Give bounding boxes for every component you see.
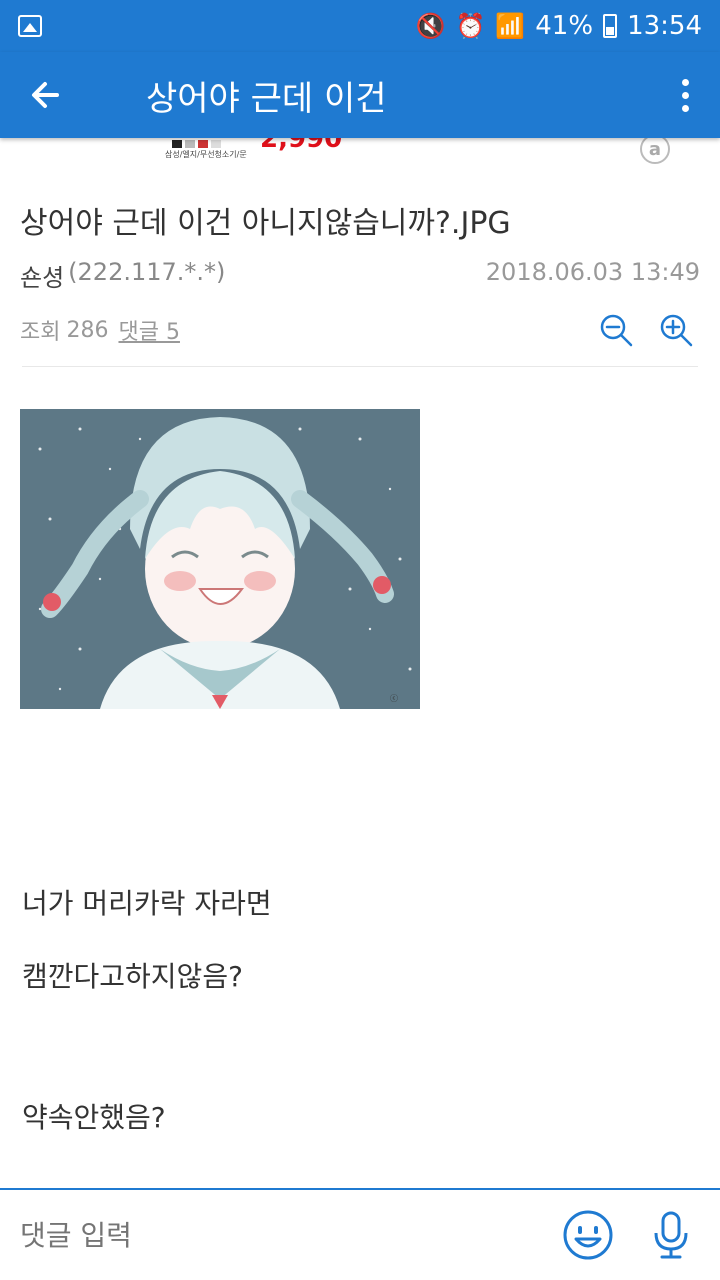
battery-percent: 41% [535, 11, 594, 41]
app-bar: 상어야 근데 이건 [0, 52, 720, 138]
more-vertical-dot [681, 104, 689, 112]
post-body-line: 캠깐다고하지않음? [22, 960, 243, 993]
post-title: 상어야 근데 이건 아니지않습니까?.JPG [20, 206, 511, 241]
views-label: 조회 [20, 320, 61, 345]
anime-girl-image: ⓒ [20, 409, 420, 709]
header-divider [22, 366, 698, 367]
wifi-icon: 📶 [495, 12, 526, 40]
ad-price: 2,990 [260, 138, 343, 154]
page-title: 상어야 근데 이건 [146, 78, 387, 119]
zoom-in-button[interactable] [658, 312, 694, 348]
back-button[interactable] [0, 52, 90, 138]
emoji-icon [563, 1210, 613, 1260]
more-menu-button[interactable] [650, 52, 720, 138]
clock: 13:54 [627, 11, 702, 41]
mute-icon: 🔇 [415, 12, 446, 40]
gallery-notification-icon [18, 15, 42, 37]
comments-link[interactable]: 댓글 5 [118, 314, 179, 346]
zoom-in-icon [660, 314, 693, 347]
battery-icon [603, 14, 618, 38]
more-vertical-icon [681, 78, 689, 86]
ad-banner[interactable]: 삼성/엘지/무선청소기/문 2,990 a [0, 138, 720, 168]
zoom-out-button[interactable] [598, 312, 634, 348]
author-row: 숀셩 (222.117.*.*) 2018.06.03 13:49 [20, 258, 700, 293]
post-date: 2018.06.03 13:49 [485, 258, 700, 286]
author-name[interactable]: 숀셩 [20, 258, 64, 293]
emoji-button[interactable] [562, 1209, 614, 1261]
arrow-left-icon [32, 82, 59, 108]
mic-button[interactable] [648, 1209, 694, 1261]
zoom-out-icon [600, 314, 633, 347]
more-vertical-dot [681, 91, 689, 99]
views-count: 286 [66, 317, 109, 343]
post-body-line: 약속안했음? [22, 1101, 166, 1134]
mic-icon [654, 1211, 688, 1259]
svg-text:ⓒ: ⓒ [390, 694, 398, 703]
author-ip: (222.117.*.*) [68, 258, 226, 286]
ad-logo-icon: a [640, 138, 670, 164]
post-image[interactable]: ⓒ [20, 409, 420, 709]
status-bar: 🔇 ⏰ 📶 41% 13:54 [0, 0, 720, 52]
ad-thumbnail: 삼성/엘지/무선청소기/문 [164, 138, 248, 162]
post-body-line: 너가 머리카락 자라면 [22, 887, 272, 920]
alarm-icon: ⏰ [455, 12, 486, 40]
ad-caption: 삼성/엘지/무선청소기/문 [164, 149, 248, 160]
comment-input[interactable] [20, 1218, 540, 1252]
stats-row: 조회 286 댓글 5 [20, 310, 700, 350]
comment-bar [0, 1188, 720, 1280]
